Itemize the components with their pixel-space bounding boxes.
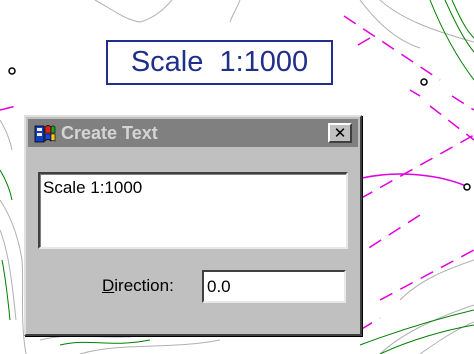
create-text-dialog: Create Text ✕ Scale 1:1000 Direction: 0.… [24,115,362,336]
dialog-title: Create Text [61,123,158,143]
magenta-arc [361,173,467,187]
close-icon: ✕ [333,124,347,142]
direction-label-text: irection: [114,276,174,295]
direction-mnemonic: D [102,276,115,295]
dialog-titlebar[interactable]: Create Text ✕ [28,119,358,147]
scale-text-label[interactable]: Scale 1:1000 [106,40,333,85]
drawing-canvas[interactable]: Scale 1:1000 Create Text ✕ Scale 1:1000 … [0,0,474,354]
text-input-area[interactable]: Scale 1:1000 [38,172,348,249]
close-button[interactable]: ✕ [328,123,352,143]
direction-label: Direction: [102,276,174,296]
direction-field[interactable]: 0.0 [202,270,346,303]
microstation-app-icon [34,125,56,143]
